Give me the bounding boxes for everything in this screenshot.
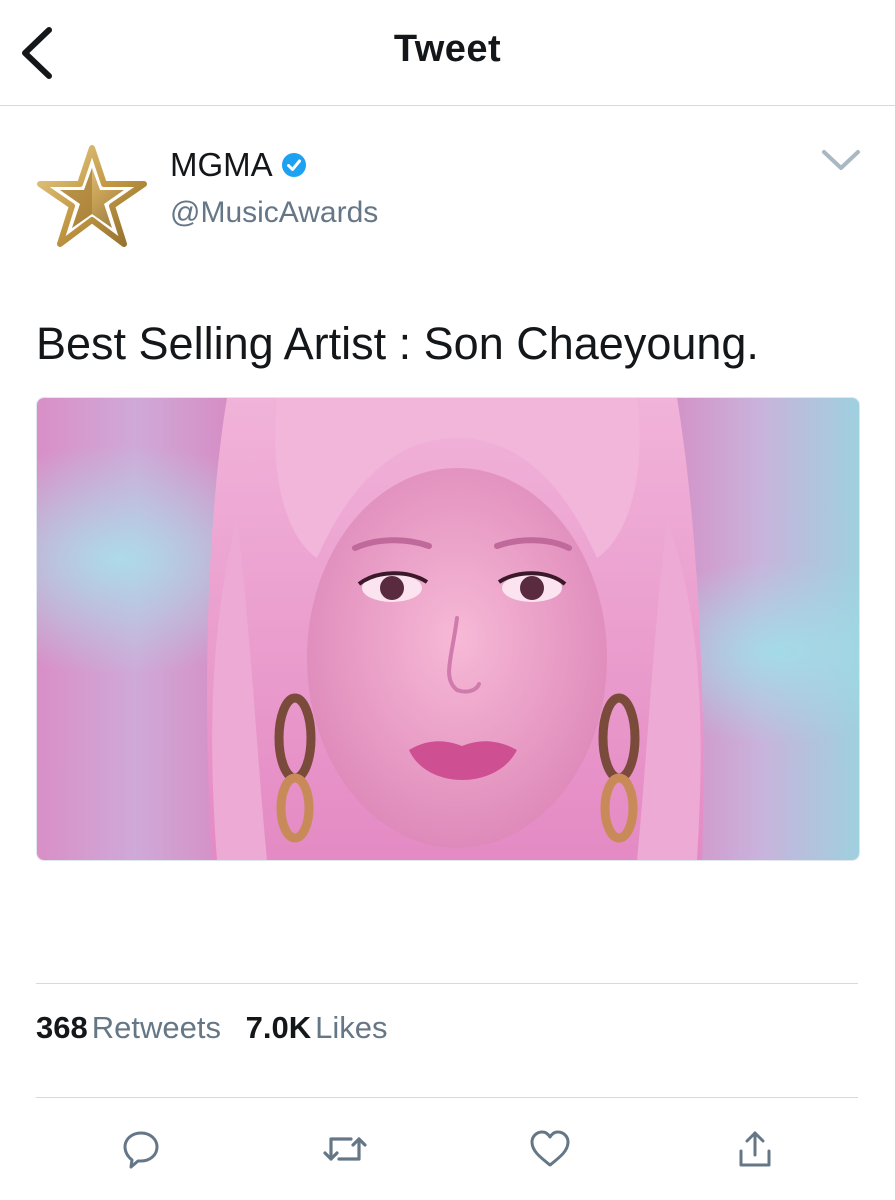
display-name: MGMA [170,146,273,183]
share-icon [739,1131,771,1167]
reply-button[interactable] [118,1126,164,1172]
more-options-button[interactable] [820,146,862,176]
retweets-stat[interactable]: 368 Retweets [36,1010,230,1045]
divider [36,983,858,984]
share-button[interactable] [732,1126,778,1172]
tweet-media-photo[interactable] [36,397,860,861]
retweets-label: Retweets [91,1010,221,1045]
retweet-button[interactable] [322,1126,368,1172]
photo-image [37,398,859,860]
like-button[interactable] [527,1126,573,1172]
tweet-text: Best Selling Artist : Son Chaeyoung. [36,318,759,369]
retweets-count: 368 [36,1010,88,1045]
page-title: Tweet [393,28,502,70]
tweet-stats: 368 Retweets 7.0K Likes [36,1010,387,1046]
verified-badge-icon [281,153,306,177]
tweet-detail-screen: Tweet MGMA @MusicAwards Best Selling Art… [0,0,895,1200]
reply-icon [123,1131,159,1169]
likes-count: 7.0K [245,1010,312,1045]
display-name-row[interactable]: MGMA [170,146,307,184]
avatar[interactable] [36,144,148,250]
header-bar: Tweet [0,0,895,106]
gold-star-logo [37,145,147,247]
user-handle[interactable]: @MusicAwards [170,196,378,230]
likes-label: Likes [315,1010,388,1045]
retweet-icon [323,1137,367,1161]
divider [36,1097,858,1098]
like-icon [530,1130,570,1167]
chevron-down-icon [822,150,860,170]
likes-stat[interactable]: 7.0K Likes [246,1010,388,1045]
